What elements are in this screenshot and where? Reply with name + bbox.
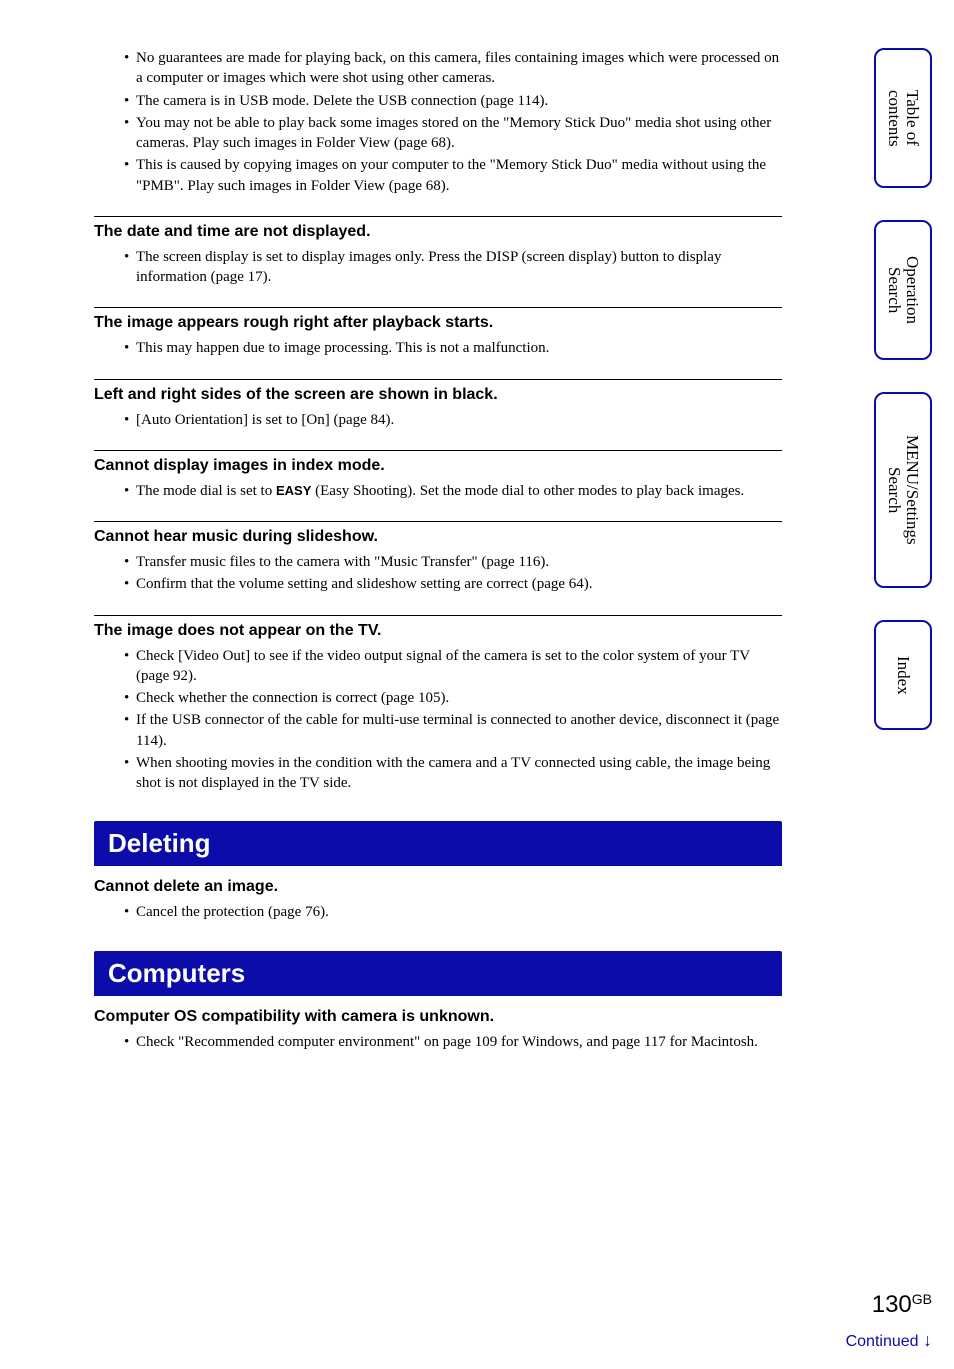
bullet-list: This may happen due to image processing.… [94, 338, 782, 358]
tab-index[interactable]: Index [874, 620, 932, 730]
down-arrow-icon: ↓ [923, 1330, 932, 1350]
issue-block: Cannot hear music during slideshow. Tran… [94, 521, 782, 595]
issue-block: The image appears rough right after play… [94, 307, 782, 358]
tab-operation-search[interactable]: Operation Search [874, 220, 932, 360]
issue-title: The image does not appear on the TV. [94, 615, 782, 640]
easy-label: EASY [276, 483, 311, 498]
list-item: The camera is in USB mode. Delete the US… [136, 91, 782, 111]
bullet-list: Cancel the protection (page 76). [94, 902, 782, 922]
list-item: The screen display is set to display ima… [136, 247, 782, 288]
section-banner-deleting: Deleting [94, 821, 782, 866]
issue-block: Cannot display images in index mode. The… [94, 450, 782, 501]
issue-title: Cannot delete an image. [94, 878, 782, 896]
list-item: [Auto Orientation] is set to [On] (page … [136, 410, 782, 430]
issue-title: The date and time are not displayed. [94, 216, 782, 241]
tab-label: MENU/Settings Search [885, 435, 921, 545]
tab-table-of-contents[interactable]: Table of contents [874, 48, 932, 188]
bullet-list: The mode dial is set to EASY (Easy Shoot… [94, 481, 782, 501]
text: (Easy Shooting). Set the mode dial to ot… [311, 483, 744, 499]
issue-title: Cannot hear music during slideshow. [94, 521, 782, 546]
list-item: You may not be able to play back some im… [136, 113, 782, 154]
tab-label: Operation Search [885, 256, 921, 324]
side-tabs: Table of contents Operation Search MENU/… [874, 48, 932, 762]
tab-menu-settings-search[interactable]: MENU/Settings Search [874, 392, 932, 588]
issue-block: Left and right sides of the screen are s… [94, 379, 782, 430]
list-item: This is caused by copying images on your… [136, 155, 782, 196]
list-item: Cancel the protection (page 76). [136, 902, 782, 922]
section-banner-computers: Computers [94, 951, 782, 996]
list-item: Check [Video Out] to see if the video ou… [136, 646, 782, 687]
list-item: Confirm that the volume setting and slid… [136, 574, 782, 594]
issue-title: Cannot display images in index mode. [94, 450, 782, 475]
issue-title: Left and right sides of the screen are s… [94, 379, 782, 404]
list-item: The mode dial is set to EASY (Easy Shoot… [136, 481, 782, 501]
issue-block: The image does not appear on the TV. Che… [94, 615, 782, 794]
page-number: 130GB [872, 1291, 932, 1319]
main-content: No guarantees are made for playing back,… [94, 48, 782, 1054]
issue-title: Computer OS compatibility with camera is… [94, 1008, 782, 1026]
bullet-list: Check "Recommended computer environment"… [94, 1032, 782, 1052]
issue-title: The image appears rough right after play… [94, 307, 782, 332]
page-suffix: GB [912, 1291, 932, 1307]
list-item: Transfer music files to the camera with … [136, 552, 782, 572]
tab-label: Table of contents [885, 90, 921, 147]
text: The mode dial is set to [136, 483, 276, 499]
list-item: If the USB connector of the cable for mu… [136, 710, 782, 751]
intro-bullet-list: No guarantees are made for playing back,… [94, 48, 782, 196]
bullet-list: [Auto Orientation] is set to [On] (page … [94, 410, 782, 430]
continued-label: Continued [846, 1333, 919, 1350]
bullet-list: Check [Video Out] to see if the video ou… [94, 646, 782, 794]
continued-indicator: Continued ↓ [846, 1330, 932, 1351]
bullet-list: The screen display is set to display ima… [94, 247, 782, 288]
list-item: No guarantees are made for playing back,… [136, 48, 782, 89]
bullet-list: Transfer music files to the camera with … [94, 552, 782, 595]
list-item: This may happen due to image processing.… [136, 338, 782, 358]
issue-block: The date and time are not displayed. The… [94, 216, 782, 288]
page-num: 130 [872, 1291, 912, 1318]
list-item: Check "Recommended computer environment"… [136, 1032, 782, 1052]
list-item: When shooting movies in the condition wi… [136, 753, 782, 794]
list-item: Check whether the connection is correct … [136, 688, 782, 708]
tab-label: Index [894, 656, 912, 695]
